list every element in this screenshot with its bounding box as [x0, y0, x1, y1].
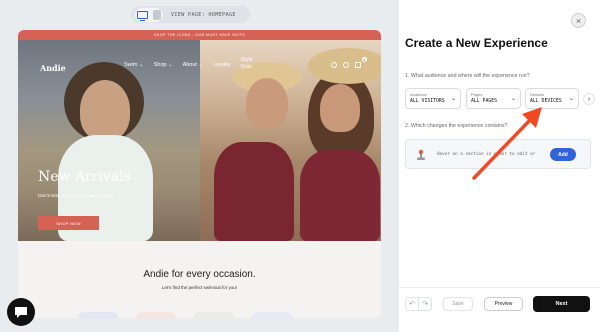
model-face — [246, 78, 288, 128]
chevron-down-icon: ⌄ — [568, 96, 574, 102]
nav-item-swim[interactable]: Swim ⌄ — [124, 62, 144, 71]
footer-divider — [399, 287, 600, 288]
model-face — [320, 84, 360, 132]
devices-select-label: Devices — [530, 92, 545, 97]
mobile-icon[interactable] — [153, 9, 161, 20]
close-button[interactable]: × — [571, 13, 586, 28]
occasion-section: Andie for every occasion. Let's find the… — [18, 241, 381, 318]
model-swimsuit — [300, 150, 380, 241]
undo-icon[interactable]: ↶ — [406, 298, 418, 310]
site-preview[interactable]: SHOP THE ICONS - OUR MUST HAVE SUITS And… — [18, 30, 381, 318]
shop-now-button[interactable]: SHOP NOW — [38, 216, 99, 230]
nav-icons — [331, 62, 361, 68]
view-page-label: VIEW PAGE: HOMEPAGE — [171, 11, 236, 18]
audience-select[interactable]: Audience ALL VISITORS ⌄ — [405, 88, 461, 109]
save-button[interactable]: Save — [443, 297, 473, 311]
pages-select-label: Pages — [471, 92, 483, 97]
preview-button[interactable]: Preview — [484, 297, 523, 311]
category-pill[interactable] — [252, 312, 292, 318]
nav-item-style-quiz[interactable]: Style Quiz — [241, 57, 253, 71]
chat-icon — [15, 306, 27, 318]
account-icon[interactable] — [343, 62, 349, 68]
hero-title: New Arrivals — [38, 169, 131, 185]
brand-logo[interactable]: Andie — [40, 63, 66, 73]
device-toggle[interactable] — [135, 7, 163, 22]
next-button[interactable]: Next — [533, 296, 590, 312]
search-icon[interactable] — [331, 62, 337, 68]
audience-select-label: Audience — [410, 92, 427, 97]
question-audience: 1. What audience and where will the expe… — [405, 73, 530, 79]
promo-banner[interactable]: SHOP THE ICONS - OUR MUST HAVE SUITS — [18, 30, 381, 40]
undo-redo-group: ↶ ↷ — [405, 297, 432, 311]
annotation-arrow-icon — [472, 107, 542, 180]
add-button[interactable]: Add — [550, 148, 576, 161]
chat-button[interactable] — [7, 298, 35, 326]
hero-section[interactable]: Andie Swim ⌄ Shop ⌄ About ⌄ Loyalty Styl… — [18, 40, 381, 241]
model-swimsuit — [214, 142, 294, 241]
site-nav: Swim ⌄ Shop ⌄ About ⌄ Loyalty Style Quiz — [124, 57, 253, 71]
scroll-right-button[interactable]: › — [583, 93, 595, 105]
hero-subtitle: Don't miss out on our newest styles. — [38, 194, 115, 199]
occasion-subtitle: Let's find the perfect swimsuit for you! — [161, 285, 238, 290]
redo-icon[interactable]: ↷ — [418, 298, 431, 310]
panel-title: Create a New Experience — [405, 36, 548, 50]
view-page-bar[interactable]: VIEW PAGE: HOMEPAGE — [131, 6, 250, 23]
audience-select-value: ALL VISITORS — [410, 99, 445, 104]
chevron-down-icon: ⌄ — [450, 96, 456, 102]
nav-item-shop[interactable]: Shop ⌄ — [154, 62, 173, 71]
joystick-icon — [417, 149, 425, 160]
category-pill[interactable] — [78, 312, 118, 318]
occasion-title: Andie for every occasion. — [143, 269, 256, 280]
cart-count-badge: 0 — [362, 57, 367, 62]
chevron-down-icon: ⌄ — [510, 96, 516, 102]
nav-item-loyalty[interactable]: Loyalty — [213, 62, 230, 71]
nav-item-quiz-line: Quiz — [240, 64, 252, 70]
category-pill[interactable] — [194, 312, 234, 318]
category-pill[interactable] — [136, 312, 176, 318]
model-face — [80, 80, 130, 140]
bag-icon[interactable] — [355, 62, 361, 68]
nav-item-about[interactable]: About ⌄ — [183, 62, 204, 71]
desktop-icon[interactable] — [137, 10, 148, 21]
nav-item-style-line: Style — [240, 57, 253, 63]
